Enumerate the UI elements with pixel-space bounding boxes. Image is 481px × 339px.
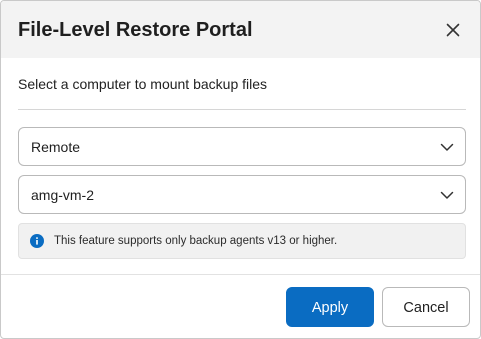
- location-select-value: Remote: [31, 139, 81, 155]
- section-divider: [18, 109, 466, 110]
- location-select[interactable]: Remote: [18, 127, 466, 166]
- dialog-header: File-Level Restore Portal: [1, 1, 480, 58]
- footer-divider: [1, 274, 480, 275]
- computer-select-value: amg-vm-2: [31, 187, 95, 203]
- dialog-subtitle: Select a computer to mount backup files: [18, 76, 268, 92]
- chevron-down-icon: [440, 140, 454, 154]
- info-text: This feature supports only backup agents…: [54, 235, 338, 247]
- close-icon: [446, 23, 460, 37]
- apply-button[interactable]: Apply: [286, 287, 374, 327]
- computer-select[interactable]: amg-vm-2: [18, 175, 466, 214]
- cancel-button[interactable]: Cancel: [382, 287, 470, 327]
- chevron-down-icon: [440, 188, 454, 202]
- info-banner: This feature supports only backup agents…: [18, 223, 466, 259]
- info-icon: [30, 234, 44, 248]
- close-button[interactable]: [441, 18, 465, 42]
- dialog-title: File-Level Restore Portal: [18, 19, 253, 41]
- restore-portal-dialog: File-Level Restore Portal Select a compu…: [0, 0, 481, 339]
